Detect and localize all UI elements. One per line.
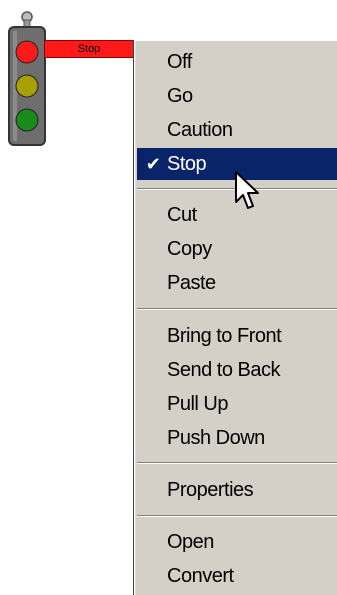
menu-separator: [137, 308, 337, 310]
menu-item-label: Bring to Front: [167, 325, 282, 347]
context-menu: Off Go Caution ✔ Stop Cut Copy Paste Bri…: [134, 40, 337, 595]
menu-item-label: Open: [167, 531, 214, 553]
menu-item-label: Go: [167, 85, 193, 107]
menu-item-paste[interactable]: Paste: [137, 267, 337, 299]
menu-item-send-to-back[interactable]: Send to Back: [137, 354, 337, 386]
menu-item-go[interactable]: Go: [137, 80, 337, 112]
menu-item-pull-up[interactable]: Pull Up: [137, 388, 337, 420]
traffic-light-icon[interactable]: [4, 8, 50, 148]
menu-item-label: Off: [167, 51, 192, 73]
menu-item-label: Properties: [167, 479, 254, 501]
checkmark-icon: ✔: [145, 154, 161, 174]
menu-item-label: Caution: [167, 119, 233, 141]
red-lamp-icon: [15, 40, 39, 64]
green-lamp-icon: [15, 108, 39, 132]
menu-item-label: Send to Back: [167, 359, 280, 381]
menu-item-label: Pull Up: [167, 393, 228, 415]
screen: Stop Off Go Caution ✔ Stop Cut Copy Past…: [0, 0, 337, 595]
menu-item-properties[interactable]: Properties: [137, 474, 337, 506]
menu-separator: [137, 515, 337, 517]
yellow-lamp-icon: [15, 74, 39, 98]
menu-item-open[interactable]: Open: [137, 526, 337, 558]
menu-item-label: Copy: [167, 238, 212, 260]
menu-item-off[interactable]: Off: [137, 46, 337, 78]
menu-item-push-down[interactable]: Push Down: [137, 422, 337, 454]
menu-item-convert[interactable]: Convert: [137, 560, 337, 592]
menu-separator: [137, 462, 337, 464]
menu-item-label: Cut: [167, 204, 197, 226]
menu-item-bring-to-front[interactable]: Bring to Front: [137, 320, 337, 352]
menu-item-label: Convert: [167, 565, 234, 587]
menu-item-copy[interactable]: Copy: [137, 233, 337, 265]
traffic-light-label[interactable]: Stop: [44, 40, 134, 58]
menu-item-label: Stop: [167, 153, 207, 175]
mouse-pointer-icon: [235, 171, 259, 209]
menu-item-label: Paste: [167, 272, 216, 294]
menu-item-caution[interactable]: Caution: [137, 114, 337, 146]
menu-item-label: Push Down: [167, 427, 265, 449]
